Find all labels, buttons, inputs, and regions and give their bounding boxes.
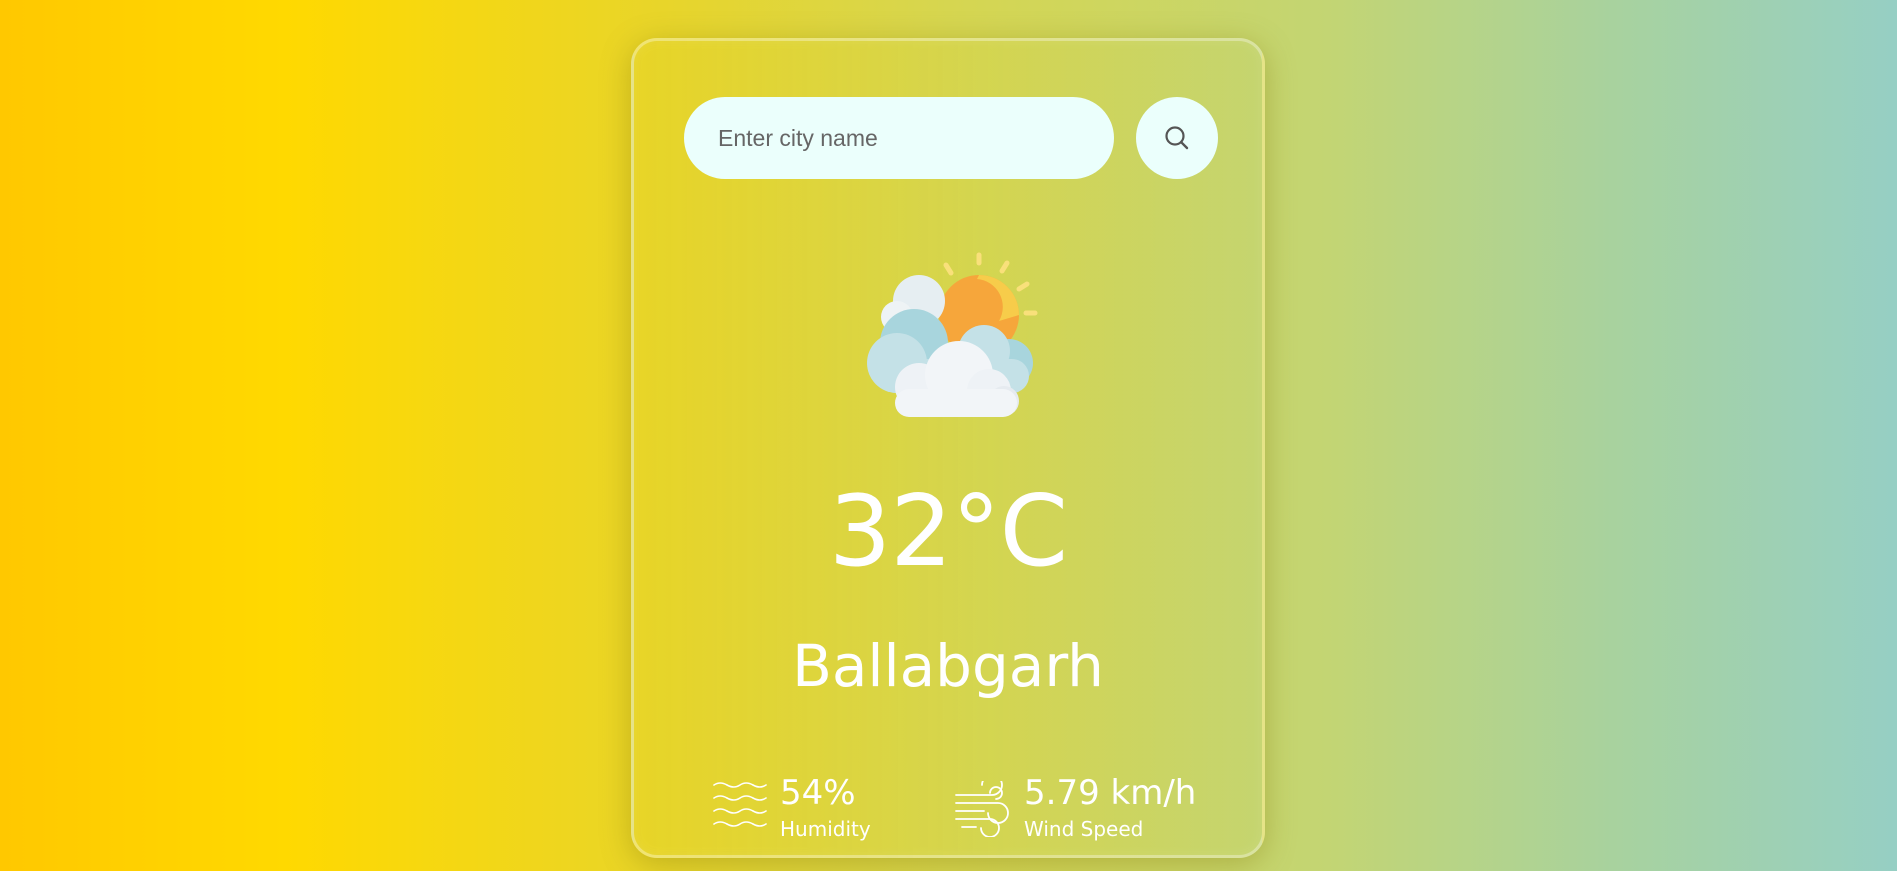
search-input[interactable] bbox=[684, 97, 1114, 179]
humidity-waves-icon bbox=[713, 782, 767, 827]
humidity-label: Humidity bbox=[780, 817, 871, 841]
search-icon bbox=[1165, 126, 1189, 150]
search-bar bbox=[684, 97, 1218, 179]
wind-speed-label: Wind Speed bbox=[1024, 817, 1144, 841]
temperature: 32°C bbox=[828, 475, 1068, 589]
search-button[interactable] bbox=[1136, 97, 1218, 179]
partly-cloudy-icon bbox=[867, 252, 1038, 417]
humidity-detail: 54% Humidity bbox=[712, 731, 912, 841]
humidity-value: 54% bbox=[780, 773, 856, 813]
weather-card: 32°C Ballabgarh 54% Humidity 5.79 km/ bbox=[631, 38, 1265, 858]
wind-icon bbox=[955, 781, 1009, 837]
wind-speed-value: 5.79 km/h bbox=[1024, 773, 1197, 813]
wind-detail: 5.79 km/h Wind Speed bbox=[954, 731, 1214, 841]
city-name: Ballabgarh bbox=[792, 632, 1104, 700]
